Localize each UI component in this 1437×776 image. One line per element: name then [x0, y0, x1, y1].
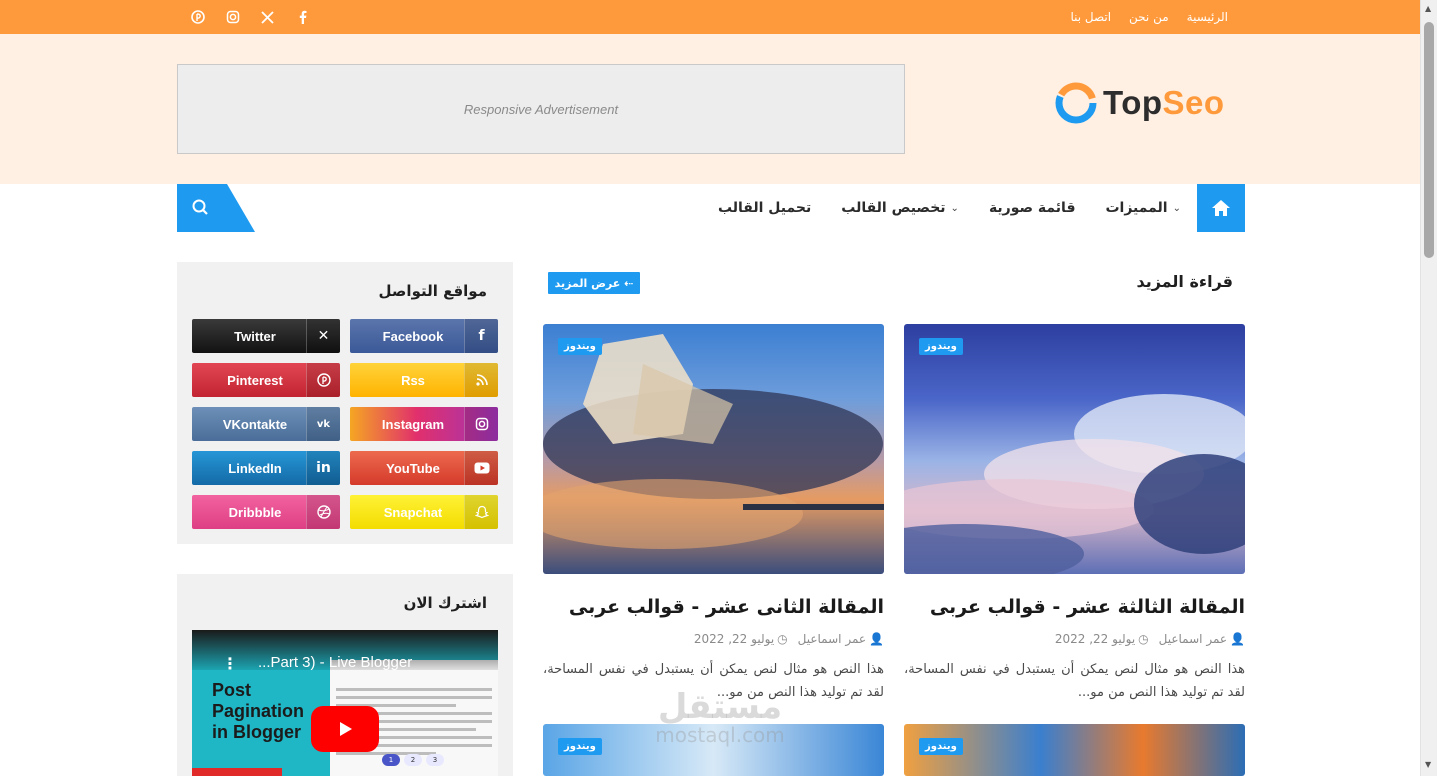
dribbble-icon [306, 495, 340, 529]
play-button[interactable] [311, 706, 379, 752]
pinterest-button[interactable]: Pinterest [192, 363, 340, 397]
play-icon [340, 722, 352, 736]
top-nav-home[interactable]: الرئيسية [1187, 10, 1228, 24]
instagram-button[interactable]: Instagram [350, 407, 498, 441]
section-title: قراءة المزيد [1136, 272, 1233, 291]
chevron-down-icon: ⌄ [950, 202, 959, 214]
pager-3: 3 [426, 754, 444, 766]
category-tag[interactable]: ويندوز [919, 738, 963, 755]
home-icon [1212, 200, 1230, 216]
vkontakte-button[interactable]: VKontakte vk [192, 407, 340, 441]
subscribe-widget: اشترك الان ⋮ ...Part 3) - Live Blogger P… [177, 574, 513, 776]
nav-features[interactable]: المميزات ⌄ [1105, 200, 1181, 216]
youtube-button[interactable]: YouTube [350, 451, 498, 485]
category-tag[interactable]: ويندوز [558, 738, 602, 755]
x-icon[interactable] [260, 10, 275, 25]
home-button[interactable] [1197, 184, 1245, 232]
site-logo[interactable]: TopSeo [1055, 80, 1225, 126]
post-meta: 👤 عمر اسماعيل ◷ يوليو 22, 2022 [543, 632, 884, 646]
nav-customize-template[interactable]: تخصيص القالب ⌄ [841, 200, 959, 216]
snapchat-icon [464, 495, 498, 529]
clock-icon: ◷ [777, 632, 788, 646]
pager-1: 1 [382, 754, 400, 766]
vk-icon: vk [306, 407, 340, 441]
category-tag[interactable]: ويندوز [558, 338, 602, 355]
post-author[interactable]: عمر اسماعيل [1159, 632, 1227, 646]
sky-illustration [904, 394, 1245, 574]
rss-icon [464, 363, 498, 397]
post-image[interactable]: ويندوز [543, 324, 884, 574]
logo-mark-icon [1055, 82, 1097, 124]
facebook-button[interactable]: Facebook f [350, 319, 498, 353]
scroll-down-arrow-icon[interactable]: ▼ [1425, 760, 1431, 769]
instagram-icon [464, 407, 498, 441]
post-date: يوليو 22, 2022 [693, 632, 775, 646]
video-embed[interactable]: ⋮ ...Part 3) - Live Blogger Post Paginat… [192, 630, 498, 776]
chevron-down-icon: ⌄ [1172, 202, 1181, 214]
top-nav-about[interactable]: من نحن [1129, 10, 1169, 24]
category-tag[interactable]: ويندوز [919, 338, 963, 355]
social-widget: مواقع التواصل Facebook f Twitter ✕ Rss Pin… [177, 262, 513, 544]
nav-image-menu[interactable]: قائمة صورية [989, 200, 1076, 216]
user-icon: 👤 [1230, 632, 1245, 646]
youtube-icon [464, 451, 498, 485]
top-social-icons [190, 0, 310, 34]
search-button[interactable] [177, 184, 255, 232]
twitter-button[interactable]: Twitter ✕ [192, 319, 340, 353]
instagram-icon[interactable] [225, 10, 240, 25]
x-icon: ✕ [306, 319, 340, 353]
post-image[interactable]: ويندوز [904, 724, 1245, 776]
post-author[interactable]: عمر اسماعيل [798, 632, 866, 646]
top-nav: الرئيسية من نحن اتصل بنا [1070, 0, 1228, 34]
post-date: يوليو 22, 2022 [1054, 632, 1136, 646]
linkedin-button[interactable]: LinkedIn in [192, 451, 340, 485]
page-scrollbar[interactable]: ▲ ▼ [1420, 0, 1437, 776]
snapchat-button[interactable]: Snapchat [350, 495, 498, 529]
user-icon: 👤 [869, 632, 884, 646]
facebook-icon: f [464, 319, 498, 353]
rss-button[interactable]: Rss [350, 363, 498, 397]
scrollbar-thumb[interactable] [1424, 22, 1434, 258]
view-more-button[interactable]: عرض المزيد ⇠ [548, 272, 640, 294]
pager-2: 2 [404, 754, 422, 766]
watermark: مستقل mostaql.com [655, 687, 785, 747]
main-nav: المميزات ⌄ قائمة صورية تخصيص القالب ⌄ تحمي… [718, 184, 1181, 232]
top-bar: الرئيسية من نحن اتصل بنا [0, 0, 1420, 34]
pinterest-icon[interactable] [190, 10, 205, 25]
dribbble-button[interactable]: Dribbble [192, 495, 340, 529]
facebook-icon[interactable] [295, 10, 310, 25]
ship-illustration [543, 334, 884, 549]
more-options-icon[interactable]: ⋮ [222, 654, 238, 673]
post-title[interactable]: المقالة الثالثة عشر - قوالب عربى [904, 596, 1245, 618]
post-excerpt: هذا النص هو مثال لنص يمكن أن يستبدل في ن… [904, 662, 1245, 700]
nav-download-template[interactable]: تحميل القالب [718, 200, 811, 216]
subscribe-widget-title: اشترك الان [403, 594, 487, 612]
advertisement-box[interactable]: Responsive Advertisement [177, 64, 905, 154]
post-meta: 👤 عمر اسماعيل ◷ يوليو 22, 2022 [904, 632, 1245, 646]
scroll-up-arrow-icon[interactable]: ▲ [1425, 4, 1431, 13]
ad-label: Responsive Advertisement [463, 101, 619, 117]
post-image[interactable]: ويندوز [904, 324, 1245, 574]
video-pager: 1 2 3 [382, 754, 444, 766]
linkedin-icon: in [306, 451, 340, 485]
logo-text: TopSeo [1103, 84, 1225, 121]
post-title[interactable]: المقالة الثانى عشر - قوالب عربى [543, 596, 884, 618]
video-title[interactable]: ...Part 3) - Live Blogger [258, 654, 412, 671]
site-header: Responsive Advertisement TopSeo [0, 34, 1420, 184]
video-progress-bar [192, 768, 282, 776]
pinterest-icon [306, 363, 340, 397]
clock-icon: ◷ [1138, 632, 1149, 646]
top-nav-contact[interactable]: اتصل بنا [1070, 10, 1111, 24]
video-thumbnail-text: Post Pagination in Blogger [212, 680, 305, 742]
social-widget-title: مواقع التواصل [378, 282, 487, 300]
